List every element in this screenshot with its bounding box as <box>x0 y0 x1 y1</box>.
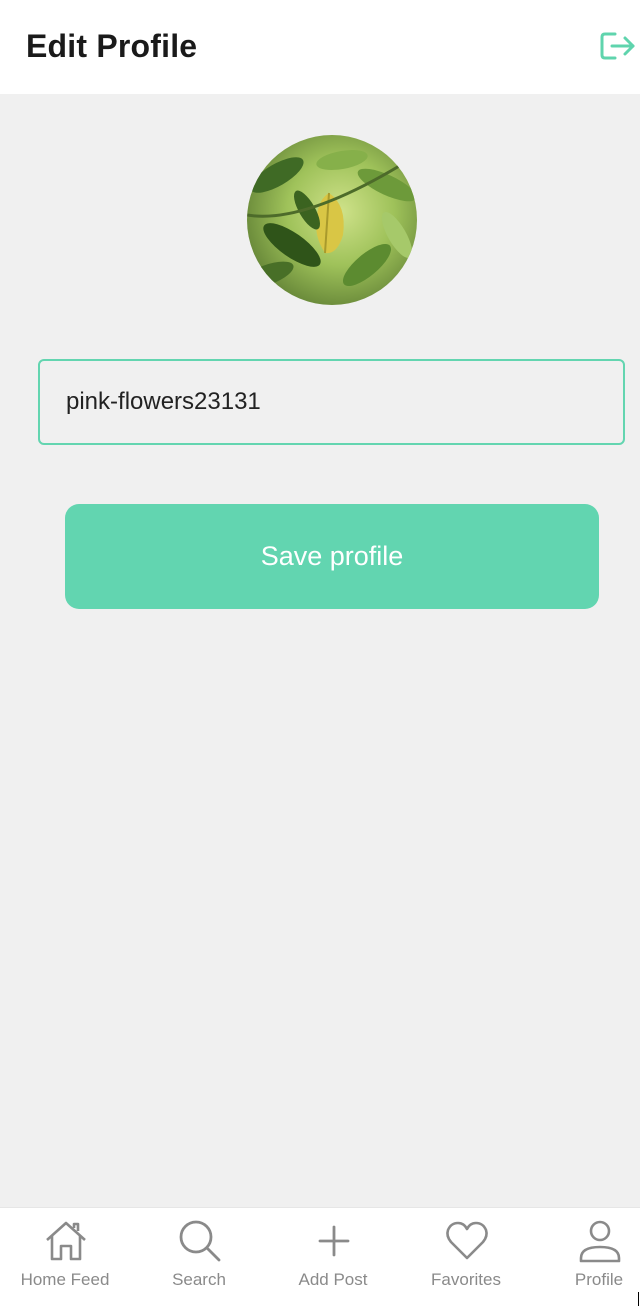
save-profile-button[interactable]: Save profile <box>65 504 599 609</box>
page-title: Edit Profile <box>26 28 198 64</box>
username-input[interactable] <box>38 359 625 445</box>
tab-add-post[interactable]: Add Post <box>269 1208 397 1291</box>
tab-home-feed[interactable]: Home Feed <box>1 1208 129 1291</box>
tab-profile[interactable]: Profile <box>535 1208 640 1291</box>
user-icon <box>579 1220 621 1263</box>
bottom-tab-bar: Home Feed Search Add Post Favorites Prof… <box>0 1207 640 1291</box>
app-header: Edit Profile <box>0 0 640 94</box>
text-cursor <box>638 1292 639 1306</box>
bottom-system-strip <box>0 1290 640 1308</box>
home-icon <box>46 1221 86 1261</box>
tab-label-search: Search <box>172 1270 226 1289</box>
logout-icon <box>600 32 635 60</box>
tab-label-add-post: Add Post <box>298 1270 368 1289</box>
tab-label-profile: Profile <box>574 1270 624 1289</box>
logout-button[interactable] <box>598 28 638 64</box>
heart-icon <box>446 1221 488 1260</box>
tab-label-favorites: Favorites <box>431 1270 501 1289</box>
tab-favorites[interactable]: Favorites <box>402 1208 530 1291</box>
plus-icon <box>318 1225 350 1257</box>
search-icon <box>179 1220 221 1262</box>
profile-avatar[interactable] <box>247 135 417 305</box>
avatar-image <box>247 135 417 305</box>
tab-search[interactable]: Search <box>135 1208 263 1291</box>
tab-label-home-feed: Home Feed <box>20 1270 110 1289</box>
